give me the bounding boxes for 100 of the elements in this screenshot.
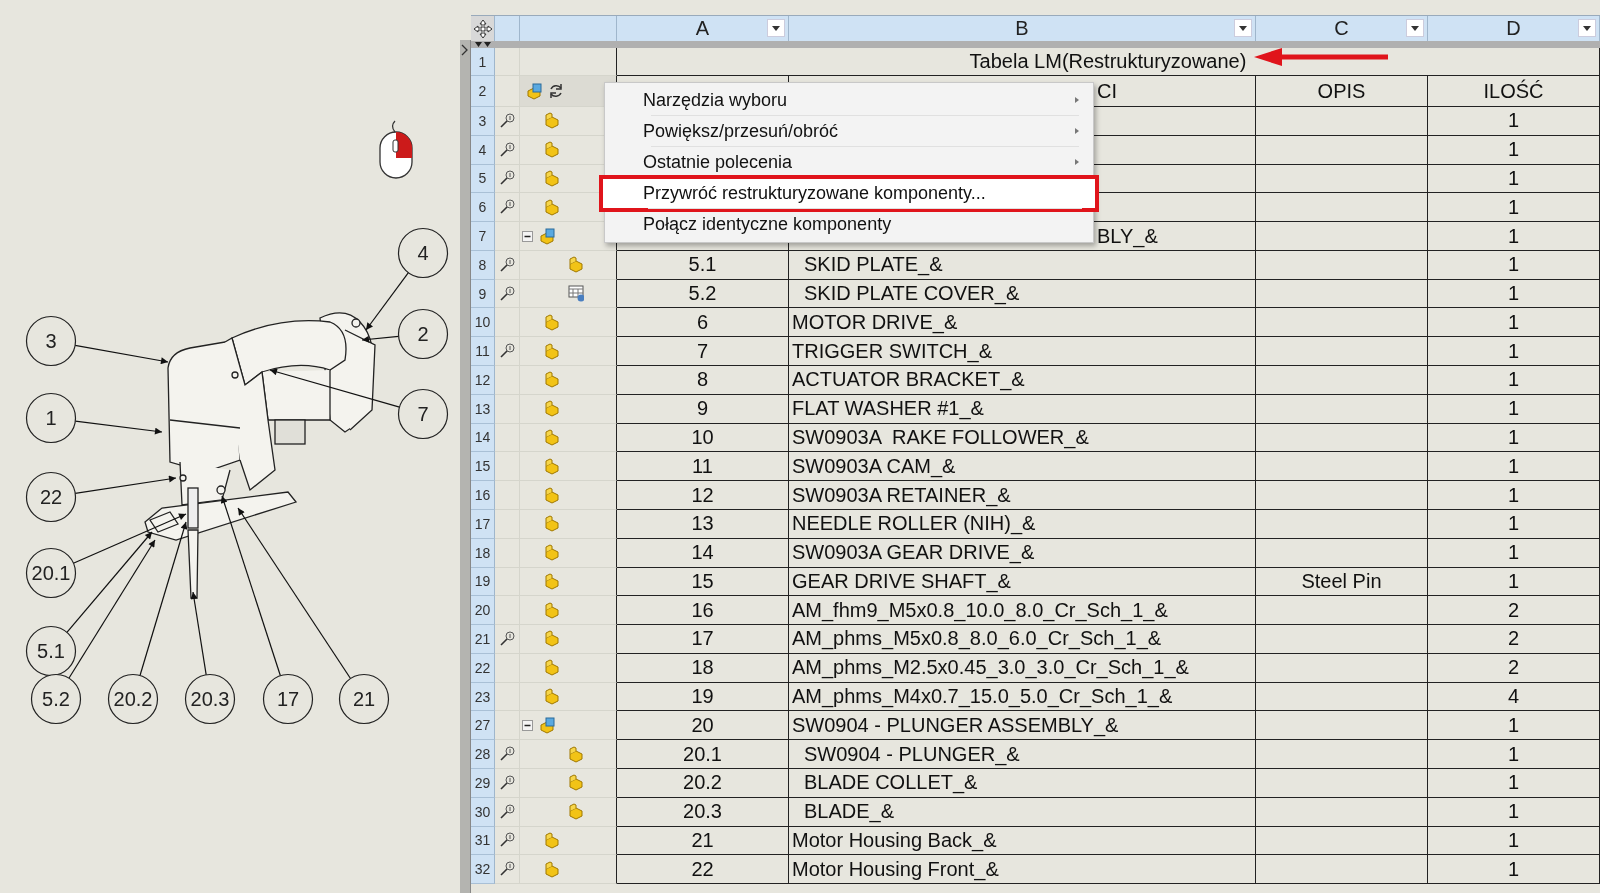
table-cell: GEAR DRIVE SHAFT_&	[789, 567, 1256, 597]
table-cell: AM_phms_M2.5x0.45_3.0_3.0_Cr_Sch_1_&	[789, 653, 1256, 683]
magnifier-icon[interactable]	[499, 112, 515, 129]
table-cell: BLADE_&	[789, 797, 1256, 827]
column-letter: D	[1506, 17, 1521, 40]
table-cell: 6	[617, 308, 789, 338]
table-cell: ACTUATOR BRACKET_&	[789, 366, 1256, 395]
part-icon[interactable]	[544, 831, 560, 849]
table-cell: SW0903A RETAINER_&	[789, 481, 1256, 510]
balloon: 22	[25, 471, 77, 523]
part-icon[interactable]	[568, 803, 584, 821]
part-icon[interactable]	[544, 860, 560, 878]
part-icon[interactable]	[544, 198, 560, 216]
table-cell: BLADE COLLET_&	[789, 768, 1256, 798]
assembly-icon[interactable]	[539, 227, 555, 245]
table-cell: 9	[617, 394, 789, 424]
table-cell: SW0903A RAKE FOLLOWER_&	[789, 423, 1256, 453]
magnifier-icon[interactable]	[499, 285, 515, 302]
table-cell: 12	[617, 481, 789, 510]
collapse-icon[interactable]	[522, 230, 533, 242]
table-cell: 1	[1428, 509, 1600, 539]
assembly-icon[interactable]	[526, 82, 542, 100]
row-number: 20	[471, 596, 495, 626]
table-cell: SKID PLATE_&	[789, 250, 1256, 280]
menu-item[interactable]: Przywróć restrukturyzowane komponenty...	[602, 178, 1096, 209]
part-icon[interactable]	[544, 112, 560, 130]
table-cell: 14	[617, 538, 789, 568]
refresh-icon[interactable]	[548, 83, 564, 99]
magnifier-icon[interactable]	[499, 141, 515, 158]
part-icon[interactable]	[544, 313, 560, 331]
dropdown-button[interactable]	[1578, 19, 1596, 37]
table-cell: 20	[617, 711, 789, 741]
part-icon[interactable]	[544, 544, 560, 562]
table-cell: FLAT WASHER #1_&	[789, 394, 1256, 424]
magnifier-icon[interactable]	[499, 803, 515, 820]
part-icon[interactable]	[544, 457, 560, 475]
balloon: 7	[397, 388, 449, 440]
row-number: 3	[471, 107, 495, 136]
table-cell: 5.2	[617, 279, 789, 309]
part-icon[interactable]	[568, 774, 584, 792]
part-icon[interactable]	[544, 659, 560, 677]
magnifier-icon[interactable]	[499, 170, 515, 187]
row-number: 27	[471, 711, 495, 741]
table-cell: 1	[1428, 250, 1600, 280]
balloon: 20.1	[25, 547, 77, 599]
part-icon[interactable]	[544, 572, 560, 590]
chevron-icon[interactable]	[461, 44, 468, 56]
magnifier-icon[interactable]	[499, 832, 515, 849]
row-number: 2	[471, 76, 495, 107]
table-cell: SW0903A GEAR DRIVE_&	[789, 538, 1256, 568]
part-icon[interactable]	[544, 141, 560, 159]
magnifier-icon[interactable]	[499, 343, 515, 360]
part-icon[interactable]	[544, 486, 560, 504]
collapse-icon[interactable]	[522, 719, 533, 731]
row-number: 31	[471, 826, 495, 856]
table-cell: 10	[617, 423, 789, 453]
magnifier-icon[interactable]	[499, 861, 515, 878]
dropdown-button[interactable]	[1406, 19, 1424, 37]
table-cell: SW0904 - PLUNGER ASSEMBLY_&	[789, 711, 1256, 741]
magnifier-icon[interactable]	[499, 746, 515, 763]
part-icon[interactable]	[544, 169, 560, 187]
balloon: 4	[397, 227, 449, 279]
part-icon[interactable]	[544, 371, 560, 389]
table-cell: MOTOR DRIVE_&	[789, 308, 1256, 338]
dropdown-button[interactable]	[767, 19, 785, 37]
table-icon[interactable]	[568, 285, 584, 303]
part-icon[interactable]	[568, 745, 584, 763]
menu-item[interactable]: Ostatnie polecenia	[605, 147, 1093, 178]
table-cell: 1	[1428, 711, 1600, 741]
row-number: 13	[471, 394, 495, 424]
part-icon[interactable]	[544, 601, 560, 619]
part-icon[interactable]	[544, 630, 560, 648]
part-icon[interactable]	[568, 256, 584, 274]
magnifier-icon[interactable]	[499, 199, 515, 216]
table-cell: 18	[617, 653, 789, 683]
table-cell: 1	[1428, 452, 1600, 482]
menu-item[interactable]: Powiększ/przesuń/obróć	[605, 116, 1093, 147]
table-cell: 16	[617, 596, 789, 626]
leader-line	[365, 272, 409, 331]
assembly-icon[interactable]	[539, 716, 555, 734]
part-icon[interactable]	[544, 400, 560, 418]
magnifier-icon[interactable]	[499, 630, 515, 647]
part-icon[interactable]	[544, 342, 560, 360]
move-icon[interactable]	[472, 18, 493, 39]
table-cell: 20.2	[617, 768, 789, 798]
dropdown-button[interactable]	[1234, 19, 1252, 37]
table-cell: 20.3	[617, 797, 789, 827]
table-cell: 2	[1428, 653, 1600, 683]
row-number: 17	[471, 509, 495, 539]
table-cell: 1	[1428, 826, 1600, 856]
magnifier-icon[interactable]	[499, 774, 515, 791]
table-cell: 1	[1428, 423, 1600, 453]
part-icon[interactable]	[544, 688, 560, 705]
balloon: 20.2	[107, 673, 159, 725]
table-cell: 13	[617, 509, 789, 539]
part-icon[interactable]	[544, 429, 560, 446]
part-icon[interactable]	[544, 515, 560, 533]
magnifier-icon[interactable]	[499, 256, 515, 273]
row-number: 7	[471, 222, 495, 251]
row-number: 10	[471, 308, 495, 338]
